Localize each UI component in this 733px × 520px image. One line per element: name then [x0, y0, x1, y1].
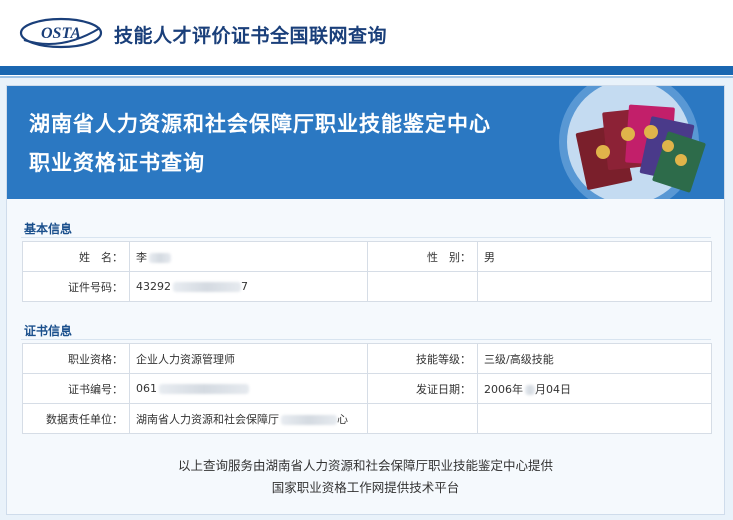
issue-date-value: 2006年 月04日	[477, 373, 712, 404]
redaction-blur	[173, 282, 241, 292]
site-title: 技能人才评价证书全国联网查询	[114, 25, 388, 47]
id-number-label: 证件号码：	[22, 271, 130, 302]
osta-logo: OSTA	[19, 17, 103, 49]
skill-level-value: 三级/高级技能	[477, 343, 712, 374]
banner-title: 湖南省人力资源和社会保障厅职业技能鉴定中心	[29, 112, 491, 136]
result-card: 湖南省人力资源和社会保障厅职业技能鉴定中心 职业资格证书查询 基本信息 姓 名：…	[6, 85, 725, 515]
section-divider	[21, 339, 711, 340]
table-row: 职业资格： 企业人力资源管理师 技能等级： 三级/高级技能	[22, 343, 712, 374]
name-label: 姓 名：	[22, 241, 130, 272]
empty-label	[367, 271, 478, 302]
header-rule	[0, 66, 733, 75]
cert-number-value: 061	[129, 373, 368, 404]
empty-value	[477, 403, 712, 434]
responsible-unit-value: 湖南省人力资源和社会保障厅心	[129, 403, 368, 434]
footer-provider-text: 以上查询服务由湖南省人力资源和社会保障厅职业技能鉴定中心提供	[177, 458, 553, 473]
footer-platform-text: 国家职业资格工作网提供技术平台	[271, 480, 460, 495]
redaction-blur	[149, 252, 171, 263]
section-title-basic-info: 基本信息	[24, 222, 73, 236]
gender-label: 性 别：	[367, 241, 478, 272]
section-divider	[21, 237, 711, 238]
responsible-unit-label: 数据责任单位：	[22, 403, 130, 434]
redaction-blur	[281, 414, 337, 425]
table-row: 证书编号： 061 发证日期： 2006年 月04日	[22, 373, 712, 404]
table-row: 姓 名： 李 性 别： 男	[22, 241, 712, 272]
occupation-value: 企业人力资源管理师	[129, 343, 368, 374]
skill-level-label: 技能等级：	[367, 343, 478, 374]
cert-number-label: 证书编号：	[22, 373, 130, 404]
redaction-blur	[525, 384, 535, 395]
empty-label	[367, 403, 478, 434]
name-value: 李	[129, 241, 368, 272]
certificates-illustration	[559, 86, 706, 199]
section-title-cert-info: 证书信息	[24, 324, 73, 338]
table-row: 证件号码： 43292 7	[22, 271, 712, 302]
gender-value: 男	[477, 241, 712, 272]
banner-subtitle: 职业资格证书查询	[29, 151, 205, 175]
basic-info-table: 姓 名： 李 性 别： 男 证件号码： 43292 7	[22, 241, 712, 302]
logo-text: OSTA	[41, 25, 81, 42]
table-row: 数据责任单位： 湖南省人力资源和社会保障厅心	[22, 403, 712, 434]
empty-value	[477, 271, 712, 302]
site-header: OSTA 技能人才评价证书全国联网查询	[0, 0, 733, 68]
redaction-blur	[159, 384, 249, 394]
id-number-value: 43292 7	[129, 271, 368, 302]
banner: 湖南省人力资源和社会保障厅职业技能鉴定中心 职业资格证书查询	[7, 86, 724, 199]
cert-info-table: 职业资格： 企业人力资源管理师 技能等级： 三级/高级技能 证书编号： 061 …	[22, 343, 712, 434]
occupation-label: 职业资格：	[22, 343, 130, 374]
issue-date-label: 发证日期：	[367, 373, 478, 404]
